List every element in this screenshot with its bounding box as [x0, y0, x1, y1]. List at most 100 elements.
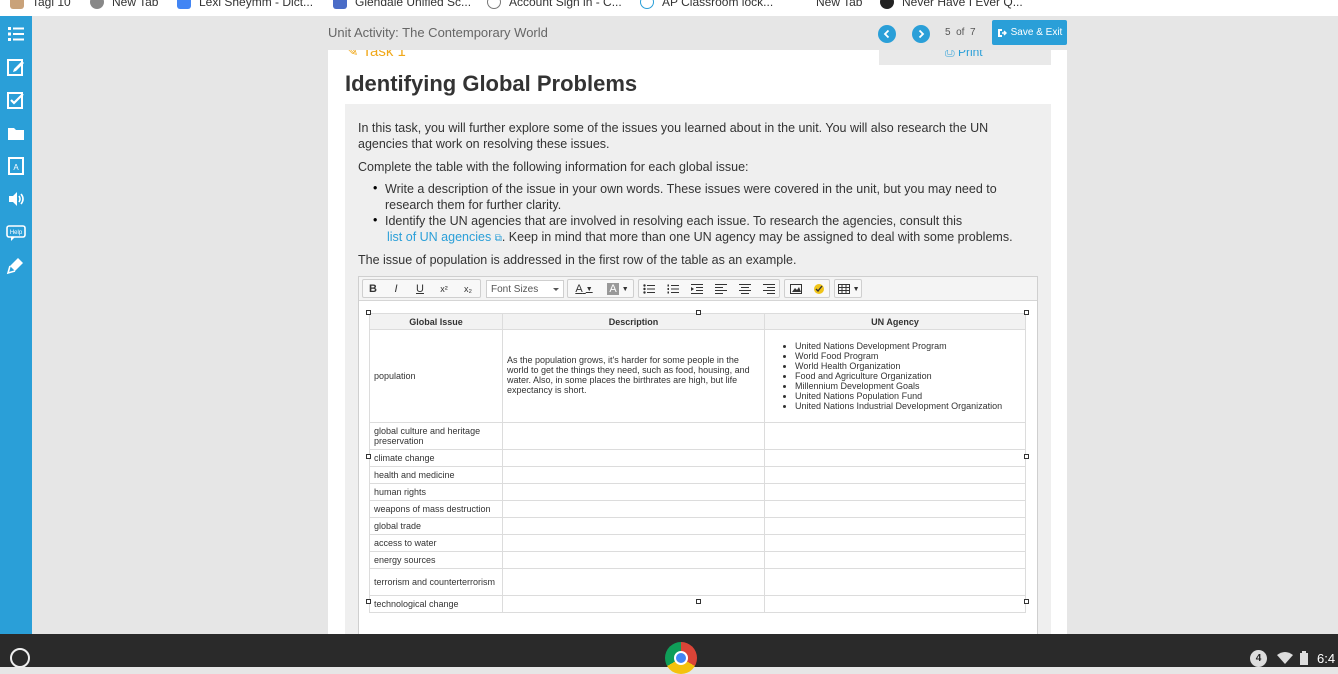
description-cell[interactable] — [502, 422, 765, 450]
issue-cell[interactable]: health and medicine — [369, 466, 503, 484]
main-panel: ⎙ Print ✎ Task 1 Identifying Global Prob… — [328, 50, 1067, 634]
description-cell[interactable] — [502, 500, 765, 518]
bookmark-item[interactable]: New Tab — [794, 0, 862, 10]
resize-handle[interactable] — [366, 310, 371, 315]
issue-cell[interactable]: energy sources — [369, 551, 503, 569]
agency-cell[interactable] — [764, 466, 1026, 484]
bookmark-item[interactable]: Tagi 10 — [10, 0, 71, 10]
issue-cell[interactable]: terrorism and counterterrorism — [369, 568, 503, 596]
table-row: population As the population grows, it's… — [369, 329, 1026, 423]
notes-button[interactable] — [0, 50, 32, 83]
agency-cell[interactable] — [764, 500, 1026, 518]
superscript-button[interactable]: x² — [435, 280, 453, 298]
agency-cell[interactable] — [764, 449, 1026, 467]
agency-cell[interactable] — [764, 422, 1026, 450]
battery-icon[interactable] — [1300, 651, 1308, 665]
description-cell[interactable] — [502, 534, 765, 552]
clock[interactable]: 6:4 — [1317, 651, 1335, 666]
issue-cell[interactable]: access to water — [369, 534, 503, 552]
issue-cell[interactable]: human rights — [369, 483, 503, 501]
text-to-speech-button[interactable] — [0, 182, 32, 215]
wifi-icon[interactable] — [1277, 652, 1293, 664]
font-color-button[interactable]: A ▼ — [571, 280, 597, 298]
align-center-button[interactable] — [736, 280, 754, 298]
bookmark-item[interactable]: New Tab — [90, 0, 158, 10]
agency-cell[interactable] — [764, 483, 1026, 501]
page-title: Identifying Global Problems — [345, 71, 638, 96]
description-cell[interactable] — [502, 483, 765, 501]
save-exit-button[interactable]: Save & Exit — [992, 20, 1067, 45]
issue-cell[interactable]: technological change — [369, 595, 503, 613]
issue-cell[interactable]: population — [369, 329, 503, 423]
bookmark-item[interactable]: AP Classroom lock... — [640, 0, 773, 10]
previous-page-button[interactable] — [878, 25, 896, 43]
un-agencies-link[interactable]: list of UN agencies ⧉ — [387, 230, 502, 244]
help-button[interactable]: Help — [0, 215, 32, 248]
highlighter-button[interactable] — [0, 248, 32, 281]
resize-handle[interactable] — [366, 454, 371, 459]
indent-button[interactable] — [688, 280, 706, 298]
issue-cell[interactable]: global culture and heritage preservation — [369, 422, 503, 450]
numbered-list-button[interactable] — [664, 280, 682, 298]
bullet-list-icon — [643, 284, 655, 294]
background-color-button[interactable]: A ▼ — [604, 280, 632, 298]
resize-handle[interactable] — [696, 310, 701, 315]
dictionary-button[interactable]: A — [0, 149, 32, 182]
list-item: Millennium Development Goals — [795, 381, 1021, 391]
description-cell[interactable] — [502, 449, 765, 467]
issue-cell[interactable]: global trade — [369, 517, 503, 535]
resize-handle[interactable] — [1024, 599, 1029, 604]
resize-handle[interactable] — [1024, 454, 1029, 459]
agency-cell[interactable] — [764, 551, 1026, 569]
agency-cell[interactable]: United Nations Development Program World… — [764, 329, 1026, 423]
bookmark-item[interactable]: Account Sign in - C... — [487, 0, 622, 10]
list-item: United Nations Industrial Development Or… — [795, 401, 1021, 411]
print-button[interactable]: ⎙ Print — [945, 50, 983, 60]
bookmark-item[interactable]: Glendale Unified Sc... — [333, 0, 471, 10]
launcher-button[interactable] — [10, 648, 30, 668]
agency-cell[interactable] — [764, 568, 1026, 596]
next-page-button[interactable] — [912, 25, 930, 43]
subscript-button[interactable]: x₂ — [459, 280, 477, 298]
resize-handle[interactable] — [366, 599, 371, 604]
notification-badge[interactable]: 4 — [1250, 650, 1267, 667]
resize-handle[interactable] — [1024, 310, 1029, 315]
help-chat-icon: Help — [6, 224, 26, 241]
files-button[interactable] — [0, 116, 32, 149]
align-left-button[interactable] — [712, 280, 730, 298]
rich-text-editor[interactable]: B I U x² x₂ Font Sizes A ▼ A ▼ ▼ Global … — [358, 276, 1038, 634]
tool-rail: A Help — [0, 16, 32, 634]
italic-button[interactable]: I — [387, 280, 405, 298]
align-right-button[interactable] — [760, 280, 778, 298]
description-cell[interactable] — [502, 595, 765, 613]
insert-image-button[interactable] — [787, 280, 805, 298]
insert-equation-button[interactable] — [810, 280, 828, 298]
chrome-icon[interactable] — [665, 642, 697, 674]
outline-button[interactable] — [0, 17, 32, 50]
table-button[interactable]: ▼ — [836, 280, 861, 298]
shield-icon — [487, 0, 501, 9]
description-cell[interactable] — [502, 466, 765, 484]
underline-button[interactable]: U — [411, 280, 429, 298]
indent-icon — [691, 284, 703, 294]
folder-icon — [10, 0, 24, 9]
description-cell[interactable] — [502, 551, 765, 569]
assignments-button[interactable] — [0, 83, 32, 116]
description-cell[interactable]: As the population grows, it's harder for… — [502, 329, 765, 423]
agency-cell[interactable] — [764, 534, 1026, 552]
bookmark-item[interactable]: Lexi Sheymm - Dict... — [177, 0, 313, 10]
description-cell[interactable] — [502, 517, 765, 535]
issue-cell[interactable]: climate change — [369, 449, 503, 467]
bold-button[interactable]: B — [364, 280, 382, 298]
agency-cell[interactable] — [764, 517, 1026, 535]
instructions-text: Complete the table with the following in… — [358, 160, 749, 174]
list-item: World Food Program — [795, 351, 1021, 361]
font-sizes-select[interactable]: Font Sizes — [486, 280, 564, 298]
bullet-list-button[interactable] — [640, 280, 658, 298]
task-content: In this task, you will further explore s… — [345, 104, 1051, 634]
description-cell[interactable] — [502, 568, 765, 596]
bookmark-item[interactable]: Never Have I Ever Q... — [880, 0, 1023, 10]
issue-cell[interactable]: weapons of mass destruction — [369, 500, 503, 518]
resize-handle[interactable] — [696, 599, 701, 604]
agency-cell[interactable] — [764, 595, 1026, 613]
